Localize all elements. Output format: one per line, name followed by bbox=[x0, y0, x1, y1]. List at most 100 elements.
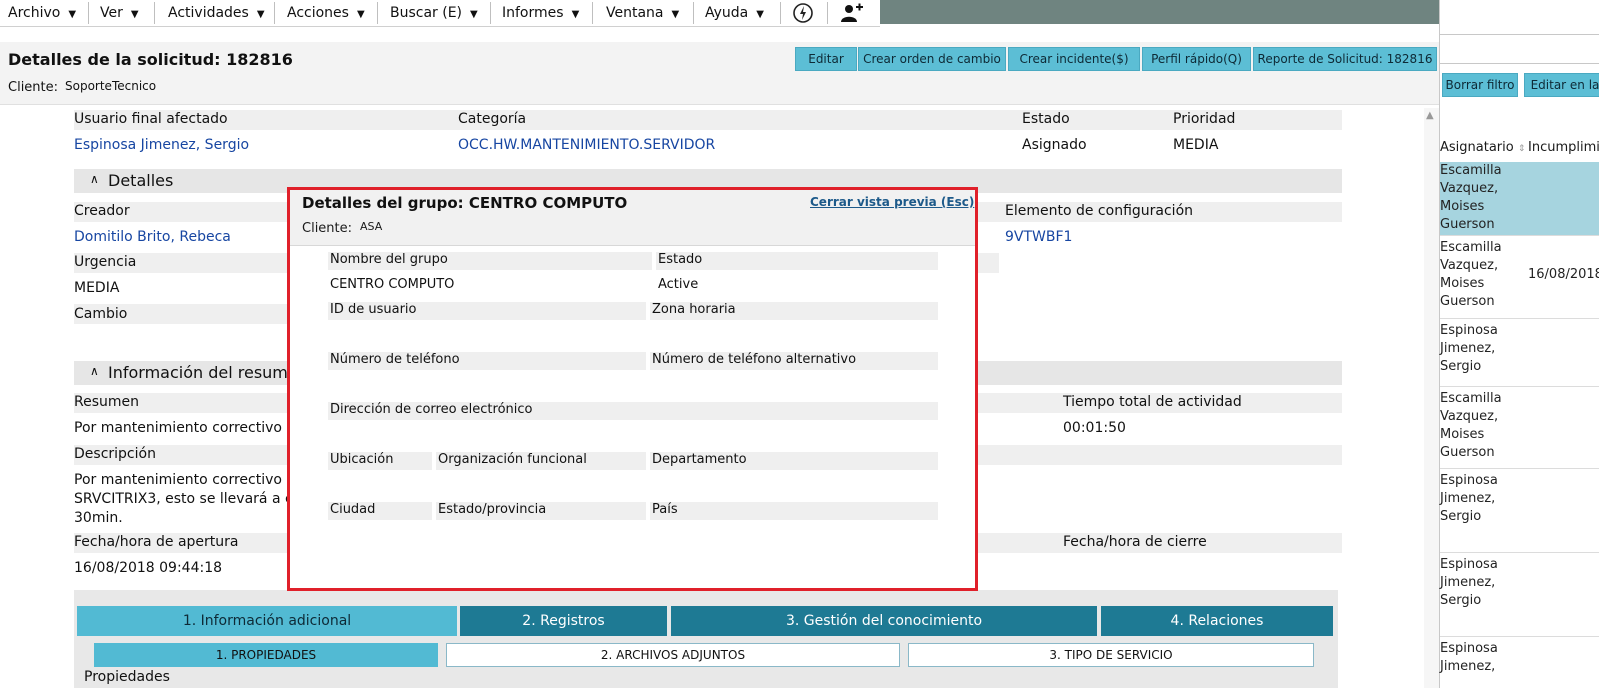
telefono-alt-label: Número de teléfono alternativo bbox=[652, 352, 857, 367]
col-header-incumplimiento[interactable]: Incumplimi bbox=[1528, 140, 1599, 155]
list-item[interactable]: Escamilla Vazquez, Moises Guerson 16/08/2018 bbox=[1440, 239, 1599, 311]
elemento-config-link[interactable]: 9VTWBF1 bbox=[1005, 229, 1072, 245]
quick-action-icon[interactable] bbox=[792, 0, 814, 26]
chevron-down-icon: ▼ bbox=[130, 9, 139, 20]
telefono-label: Número de teléfono bbox=[330, 352, 460, 367]
menu-divider bbox=[490, 2, 491, 24]
menu-bar: Archivo ▼ Ver ▼ Actividades ▼ Acciones ▼ Bus… bbox=[0, 0, 880, 27]
subtab-tipo-servicio[interactable]: 3. TIPO DE SERVICIO bbox=[908, 643, 1314, 667]
list-item-name-line: Guerson bbox=[1440, 294, 1495, 309]
chevron-down-icon: ▼ bbox=[256, 9, 265, 20]
chevron-up-icon: ∧ bbox=[90, 364, 99, 378]
propiedades-label: Propiedades bbox=[84, 669, 170, 685]
menu-divider bbox=[827, 2, 828, 24]
cliente-value: SoporteTecnico bbox=[65, 79, 157, 93]
menu-ver[interactable]: Ver ▼ bbox=[100, 0, 139, 26]
list-item[interactable]: Espinosa Jimenez, Sergio bbox=[1440, 322, 1599, 376]
chevron-down-icon: ▼ bbox=[356, 9, 365, 20]
resumen-section-label: Información del resumen bbox=[108, 363, 308, 382]
list-item[interactable]: Espinosa Jimenez, Sergio bbox=[1440, 556, 1599, 610]
close-preview-link[interactable]: Cerrar vista previa (Esc) bbox=[810, 195, 974, 209]
creador-link[interactable]: Domitilo Brito, Rebeca bbox=[74, 229, 231, 245]
list-item[interactable]: Espinosa Jimenez, Sergio bbox=[1440, 472, 1599, 526]
descripcion-value: Por mantenimiento correctivo al V SRVCIT… bbox=[74, 471, 313, 528]
field-labels-row bbox=[650, 502, 938, 520]
menu-divider bbox=[377, 2, 378, 24]
urgencia-value: MEDIA bbox=[74, 280, 120, 296]
menu-informes[interactable]: Informes ▼ bbox=[502, 0, 579, 26]
col-header-label: Asignatario bbox=[1440, 140, 1514, 155]
descripcion-line: SRVCITRIX3, esto se llevará a cab bbox=[74, 491, 311, 507]
ubicacion-label: Ubicación bbox=[330, 452, 394, 467]
subtab-propiedades[interactable]: 1. PROPIEDADES bbox=[94, 643, 438, 667]
scrollbar[interactable]: ▲ bbox=[1424, 108, 1439, 688]
tab-informacion-adicional[interactable]: 1. Información adicional bbox=[77, 606, 457, 636]
descripcion-label: Descripción bbox=[74, 446, 156, 462]
organizacion-label: Organización funcional bbox=[438, 452, 587, 467]
fecha-apertura-label: Fecha/hora de apertura bbox=[74, 534, 239, 550]
menu-acciones[interactable]: Acciones ▼ bbox=[287, 0, 365, 26]
categoria-link[interactable]: OCC.HW.MANTENIMIENTO.SERVIDOR bbox=[458, 137, 715, 153]
add-user-icon[interactable] bbox=[840, 0, 864, 26]
chevron-down-icon: ▼ bbox=[470, 9, 478, 20]
top-bar-background bbox=[880, 0, 1439, 24]
resumen-label: Resumen bbox=[74, 394, 140, 410]
categoria-label: Categoría bbox=[458, 111, 527, 127]
menu-label: Archivo bbox=[8, 5, 61, 21]
row-divider bbox=[1440, 468, 1599, 469]
tab-registros[interactable]: 2. Registros bbox=[460, 606, 667, 636]
menu-buscar[interactable]: Buscar (E) ▼ bbox=[390, 0, 478, 26]
list-item-name-line: Vazquez, bbox=[1440, 181, 1499, 196]
col-header-asignatario[interactable]: Asignatario ⇕ bbox=[1440, 140, 1525, 155]
prioridad-value: MEDIA bbox=[1173, 137, 1219, 153]
request-header: Detalles de la solicitud: 182816 Cliente… bbox=[0, 42, 1439, 105]
borrar-filtro-button[interactable]: Borrar filtro bbox=[1442, 73, 1518, 97]
tiempo-total-label: Tiempo total de actividad bbox=[1063, 394, 1242, 410]
editar-button[interactable]: Editar bbox=[795, 47, 857, 71]
list-item-name-line: Vazquez, bbox=[1440, 409, 1499, 424]
estado-provincia-label: Estado/provincia bbox=[438, 502, 547, 517]
chevron-down-icon: ▼ bbox=[756, 9, 764, 20]
menu-label: Ventana bbox=[606, 5, 664, 21]
menu-ventana[interactable]: Ventana ▼ bbox=[606, 0, 679, 26]
menu-archivo[interactable]: Archivo ▼ bbox=[8, 0, 76, 26]
right-search-input[interactable] bbox=[1440, 34, 1599, 64]
chevron-up-icon: ∧ bbox=[90, 172, 99, 186]
detalles-section-label: Detalles bbox=[108, 171, 174, 190]
tiempo-total-value: 00:01:50 bbox=[1063, 420, 1126, 436]
list-item[interactable]: Espinosa Jimenez, bbox=[1440, 640, 1599, 676]
subtab-archivos-adjuntos[interactable]: 2. ARCHIVOS ADJUNTOS bbox=[446, 643, 900, 667]
fecha-apertura-value: 16/08/2018 09:44:18 bbox=[74, 560, 223, 576]
zona-horaria-label: Zona horaria bbox=[652, 302, 736, 317]
tab-gestion-conocimiento[interactable]: 3. Gestión del conocimiento bbox=[671, 606, 1097, 636]
scroll-up-icon[interactable]: ▲ bbox=[1426, 110, 1434, 121]
creador-label: Creador bbox=[74, 203, 130, 219]
menu-divider bbox=[592, 2, 593, 24]
list-item-name-line: Jimenez, bbox=[1440, 341, 1496, 356]
list-item[interactable]: Escamilla Vazquez, Moises Guerson bbox=[1440, 162, 1599, 234]
nombre-grupo-value: CENTRO COMPUTO bbox=[330, 277, 455, 292]
correo-label: Dirección de correo electrónico bbox=[330, 402, 533, 417]
fecha-cierre-label: Fecha/hora de cierre bbox=[1063, 534, 1207, 550]
list-item-name-line: Escamilla bbox=[1440, 163, 1502, 178]
editar-en-button[interactable]: Editar en la bbox=[1524, 73, 1599, 97]
preview-header: Detalles del grupo: CENTRO COMPUTO Cerra… bbox=[290, 190, 975, 246]
menu-divider bbox=[88, 2, 89, 24]
tab-relaciones[interactable]: 4. Relaciones bbox=[1101, 606, 1333, 636]
menu-ayuda[interactable]: Ayuda ▼ bbox=[705, 0, 764, 26]
chevron-down-icon: ▼ bbox=[68, 9, 77, 20]
pais-label: País bbox=[652, 502, 678, 517]
usuario-final-link[interactable]: Espinosa Jimenez, Sergio bbox=[74, 137, 249, 153]
menu-label: Buscar (E) bbox=[390, 5, 463, 21]
estado-grupo-label: Estado bbox=[658, 252, 703, 267]
reporte-solicitud-button[interactable]: Reporte de Solicitud: 182816 bbox=[1253, 47, 1437, 71]
crear-incidente-button[interactable]: Crear incidente($) bbox=[1008, 47, 1140, 71]
menu-actividades[interactable]: Actividades ▼ bbox=[168, 0, 265, 26]
id-usuario-label: ID de usuario bbox=[330, 302, 417, 317]
sort-icon[interactable]: ⇕ bbox=[1518, 144, 1526, 154]
list-item[interactable]: Escamilla Vazquez, Moises Guerson bbox=[1440, 390, 1599, 462]
crear-orden-cambio-button[interactable]: Crear orden de cambio bbox=[858, 47, 1006, 71]
list-item-name-line: Moises bbox=[1440, 427, 1485, 442]
chevron-down-icon: ▼ bbox=[571, 9, 580, 20]
perfil-rapido-button[interactable]: Perfil rápido(Q) bbox=[1142, 47, 1251, 71]
